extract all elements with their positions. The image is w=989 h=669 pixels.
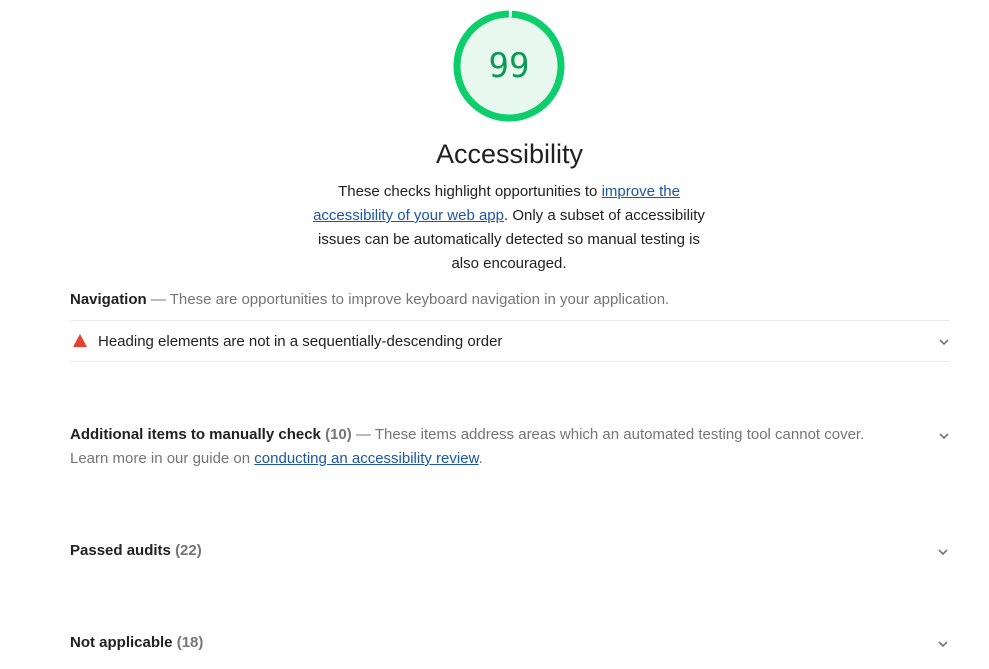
score-value: 99 (488, 46, 530, 86)
manual-group-description: — These items address areas which an aut… (351, 426, 865, 443)
manual-learn-suffix: . (478, 450, 483, 467)
chevron-down-icon[interactable] (938, 336, 950, 348)
passed-group-count: (22) (175, 542, 202, 559)
audit-heading-order[interactable]: Heading elements are not in a sequential… (70, 320, 950, 362)
chevron-down-icon[interactable] (937, 546, 949, 558)
chevron-down-icon[interactable] (937, 638, 949, 650)
manual-group-title: Additional items to manually check (70, 426, 321, 443)
not-applicable-group-count: (18) (176, 634, 204, 651)
not-applicable-group-header[interactable]: Not applicable (18) (70, 631, 950, 655)
navigation-group-header: Navigation — These are opportunities to … (70, 288, 950, 312)
category-title: Accessibility (435, 139, 584, 169)
manual-learn-prefix: Learn more in our guide on (70, 450, 255, 467)
chevron-down-icon[interactable] (938, 430, 950, 442)
manual-group-header[interactable]: Additional items to manually check (10) … (70, 423, 930, 471)
navigation-group-description: — These are opportunities to improve key… (146, 291, 670, 308)
not-applicable-group-title: Not applicable (70, 634, 173, 651)
accessibility-review-link[interactable]: conducting an accessibility review (254, 450, 478, 467)
navigation-group-title: Navigation (70, 291, 147, 308)
passed-group-title: Passed audits (70, 542, 171, 559)
manual-group-count: (10) (325, 426, 352, 443)
fail-triangle-icon (73, 334, 87, 347)
description-prefix: These checks highlight opportunities to (338, 183, 602, 200)
category-description: These checks highlight opportunities to … (309, 180, 709, 276)
passed-group-header[interactable]: Passed audits (22) (70, 539, 950, 563)
audit-title: Heading elements are not in a sequential… (98, 333, 503, 350)
score-gauge: 99 (453, 10, 565, 122)
